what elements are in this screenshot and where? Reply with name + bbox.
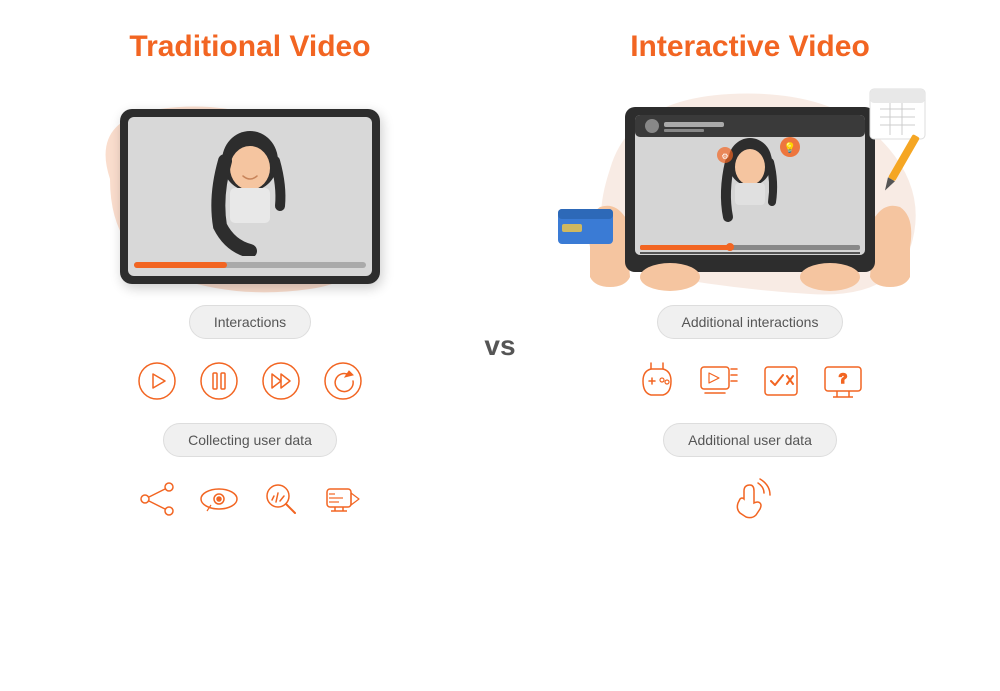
traditional-video-section: Traditional Video — [0, 0, 500, 691]
touch-icon-item — [728, 477, 772, 521]
monitor-question-icon-item: ? — [821, 359, 865, 403]
pause-icon-item — [197, 359, 241, 403]
additional-interactions-pill: Additional interactions — [657, 305, 844, 339]
vs-divider: vs — [470, 322, 529, 370]
video-settings-icon-item — [321, 477, 365, 521]
interaction-icons-row — [135, 355, 365, 407]
interactive-title: Interactive Video — [630, 30, 870, 64]
gamepad-icon-item — [635, 359, 679, 403]
traditional-bottom: Interactions — [0, 299, 500, 533]
traditional-title: Traditional Video — [129, 30, 370, 64]
interactive-video-section: Interactive Video — [500, 0, 1000, 691]
video-progress — [134, 262, 366, 268]
touch-icons-row — [728, 473, 772, 525]
share-icon-item — [135, 477, 179, 521]
video-progress-fill — [134, 262, 227, 268]
interactive-bottom: Additional interactions — [500, 299, 1000, 533]
additional-user-data-pill: Additional user data — [663, 423, 837, 457]
replay-icon-item — [321, 359, 365, 403]
svg-text:?: ? — [839, 370, 848, 386]
traditional-screen — [128, 117, 372, 276]
search-analytics-icon-item — [259, 477, 303, 521]
vs-label: vs — [470, 322, 529, 370]
traditional-illustration — [60, 79, 440, 299]
traditional-tablet — [120, 109, 380, 284]
data-icons-row — [135, 473, 365, 525]
quiz-icon-item — [759, 359, 803, 403]
interactions-pill: Interactions — [189, 305, 311, 339]
additional-interaction-icons-row: ? — [635, 355, 865, 407]
play-icon-item — [135, 359, 179, 403]
eye-icon-item — [197, 477, 241, 521]
fast-forward-icon-item — [259, 359, 303, 403]
video-list-icon-item — [697, 359, 741, 403]
main-container: vs Traditional Video — [0, 0, 1000, 691]
interactive-illustration: 💡 ⚙ — [550, 79, 950, 299]
collecting-pill: Collecting user data — [163, 423, 337, 457]
